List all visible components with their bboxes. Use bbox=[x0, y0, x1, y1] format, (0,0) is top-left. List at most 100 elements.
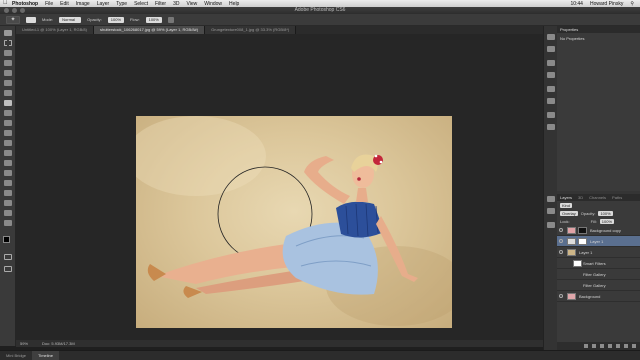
quick-mask-icon[interactable] bbox=[4, 254, 12, 260]
visibility-eye-icon[interactable] bbox=[559, 250, 563, 254]
shape-tool-icon[interactable] bbox=[4, 200, 12, 206]
dodge-tool-icon[interactable] bbox=[4, 160, 12, 166]
layer-row-selected[interactable]: Layer 1 bbox=[557, 236, 640, 247]
styles-panel-icon[interactable] bbox=[547, 98, 555, 104]
tab-mini-bridge[interactable]: Mini Bridge bbox=[0, 351, 32, 360]
gradient-tool-icon[interactable] bbox=[4, 140, 12, 146]
paragraph-panel-icon[interactable] bbox=[547, 124, 555, 130]
brush-panel-icon[interactable] bbox=[547, 196, 555, 202]
menu-help[interactable]: Help bbox=[229, 1, 239, 7]
layer-row[interactable]: Background bbox=[557, 291, 640, 302]
lasso-tool-icon[interactable] bbox=[4, 50, 12, 56]
user-name[interactable]: Howard Pinsky bbox=[590, 1, 623, 7]
visibility-eye-icon[interactable] bbox=[559, 228, 563, 232]
menu-select[interactable]: Select bbox=[134, 1, 148, 7]
filter-row[interactable]: Filter Gallery bbox=[557, 269, 640, 280]
actions-panel-icon[interactable] bbox=[547, 46, 555, 52]
adjustment-layer-icon[interactable] bbox=[608, 344, 612, 348]
healing-brush-tool-icon[interactable] bbox=[4, 90, 12, 96]
visibility-eye-icon[interactable] bbox=[559, 294, 563, 298]
filter-row[interactable]: Filter Gallery bbox=[557, 280, 640, 291]
menu-window[interactable]: Window bbox=[204, 1, 222, 7]
flow-field[interactable]: 100% bbox=[145, 16, 162, 23]
history-panel-icon[interactable] bbox=[547, 34, 555, 40]
minimize-window-button[interactable] bbox=[12, 8, 17, 13]
tab-3d[interactable]: 3D bbox=[578, 194, 583, 201]
canvas-workspace[interactable] bbox=[16, 34, 543, 340]
hand-tool-icon[interactable] bbox=[4, 210, 12, 216]
color-panel-icon[interactable] bbox=[547, 60, 555, 66]
link-layers-icon[interactable] bbox=[584, 344, 588, 348]
properties-panel: No Properties bbox=[557, 33, 640, 191]
adjustments-panel-icon[interactable] bbox=[547, 86, 555, 92]
add-mask-icon[interactable] bbox=[600, 344, 604, 348]
screen-mode-icon[interactable] bbox=[4, 266, 12, 272]
doc-size[interactable]: Doc: 5.93M/17.3M bbox=[42, 340, 75, 347]
layer-style-icon[interactable] bbox=[592, 344, 596, 348]
close-window-button[interactable] bbox=[4, 8, 9, 13]
canvas-image[interactable] bbox=[136, 116, 452, 328]
document-tab[interactable]: Untitled-1 @ 100% (Layer 1, RGB/8) bbox=[16, 26, 94, 34]
layer-name: Layer 1 bbox=[579, 250, 593, 255]
tab-timeline[interactable]: Timeline bbox=[32, 351, 59, 360]
brush-tool-preset-icon[interactable]: ✦ bbox=[6, 15, 20, 24]
document-tab[interactable]: Grungetexture008_1.jpg @ 33.3% (RGB/8*) bbox=[205, 26, 297, 34]
menu-filter[interactable]: Filter bbox=[155, 1, 166, 7]
blend-mode-select[interactable]: Overlay bbox=[560, 210, 578, 216]
eyedropper-tool-icon[interactable] bbox=[4, 80, 12, 86]
visibility-eye-icon[interactable] bbox=[559, 239, 563, 243]
smart-filter-mask-thumbnail[interactable] bbox=[573, 260, 582, 267]
brush-presets-panel-icon[interactable] bbox=[547, 208, 555, 214]
menu-app-name[interactable]: Photoshop bbox=[12, 1, 38, 7]
layer-thumbnail bbox=[567, 293, 576, 300]
tab-layers[interactable]: Layers bbox=[560, 194, 572, 201]
character-panel-icon[interactable] bbox=[547, 112, 555, 118]
layer-row[interactable]: Background copy bbox=[557, 225, 640, 236]
menu-view[interactable]: View bbox=[187, 1, 198, 7]
tab-properties[interactable]: Properties bbox=[560, 26, 578, 33]
apple-icon[interactable]:  bbox=[3, 0, 9, 7]
tab-channels[interactable]: Channels bbox=[589, 194, 606, 201]
zoom-level[interactable]: 59% bbox=[20, 340, 28, 347]
type-tool-icon[interactable] bbox=[4, 180, 12, 186]
crop-tool-icon[interactable] bbox=[4, 70, 12, 76]
zoom-tool-icon[interactable] bbox=[4, 220, 12, 226]
smart-filters-row[interactable]: Smart Filters bbox=[557, 258, 640, 269]
history-brush-tool-icon[interactable] bbox=[4, 120, 12, 126]
menu-type[interactable]: Type bbox=[116, 1, 127, 7]
blur-tool-icon[interactable] bbox=[4, 150, 12, 156]
fill-field[interactable]: 100% bbox=[599, 218, 615, 224]
mode-select[interactable]: Normal bbox=[59, 16, 82, 23]
airbrush-icon[interactable] bbox=[167, 16, 174, 23]
brush-tool-icon[interactable] bbox=[4, 100, 12, 106]
new-group-icon[interactable] bbox=[616, 344, 620, 348]
clone-source-panel-icon[interactable] bbox=[547, 222, 555, 228]
menu-file[interactable]: File bbox=[45, 1, 53, 7]
clone-stamp-tool-icon[interactable] bbox=[4, 110, 12, 116]
marquee-tool-icon[interactable] bbox=[4, 40, 12, 46]
menu-edit[interactable]: Edit bbox=[60, 1, 69, 7]
zoom-window-button[interactable] bbox=[20, 8, 25, 13]
layer-row[interactable]: Layer 1 bbox=[557, 247, 640, 258]
eraser-tool-icon[interactable] bbox=[4, 130, 12, 136]
new-layer-icon[interactable] bbox=[624, 344, 628, 348]
menu-image[interactable]: Image bbox=[76, 1, 90, 7]
layer-kind-filter[interactable]: Kind bbox=[560, 202, 573, 208]
quick-select-tool-icon[interactable] bbox=[4, 60, 12, 66]
move-tool-icon[interactable] bbox=[4, 30, 12, 36]
search-icon[interactable]: ⚲ bbox=[630, 1, 634, 7]
document-tab-active[interactable]: shutterstock_106268017.jpg @ 59% (Layer … bbox=[93, 26, 206, 34]
layer-mask-thumbnail[interactable] bbox=[578, 238, 587, 245]
brush-size-field[interactable] bbox=[26, 16, 36, 23]
opacity-field[interactable]: 100% bbox=[107, 16, 125, 23]
menu-3d[interactable]: 3D bbox=[173, 1, 179, 7]
path-selection-tool-icon[interactable] bbox=[4, 190, 12, 196]
tab-paths[interactable]: Paths bbox=[612, 194, 622, 201]
foreground-color-swatch[interactable] bbox=[3, 236, 10, 243]
delete-layer-icon[interactable] bbox=[632, 344, 636, 348]
menu-layer[interactable]: Layer bbox=[97, 1, 110, 7]
swatches-panel-icon[interactable] bbox=[547, 72, 555, 78]
pen-tool-icon[interactable] bbox=[4, 170, 12, 176]
layer-opacity-field[interactable]: 100% bbox=[598, 210, 613, 216]
layer-mask-thumbnail[interactable] bbox=[578, 227, 587, 234]
